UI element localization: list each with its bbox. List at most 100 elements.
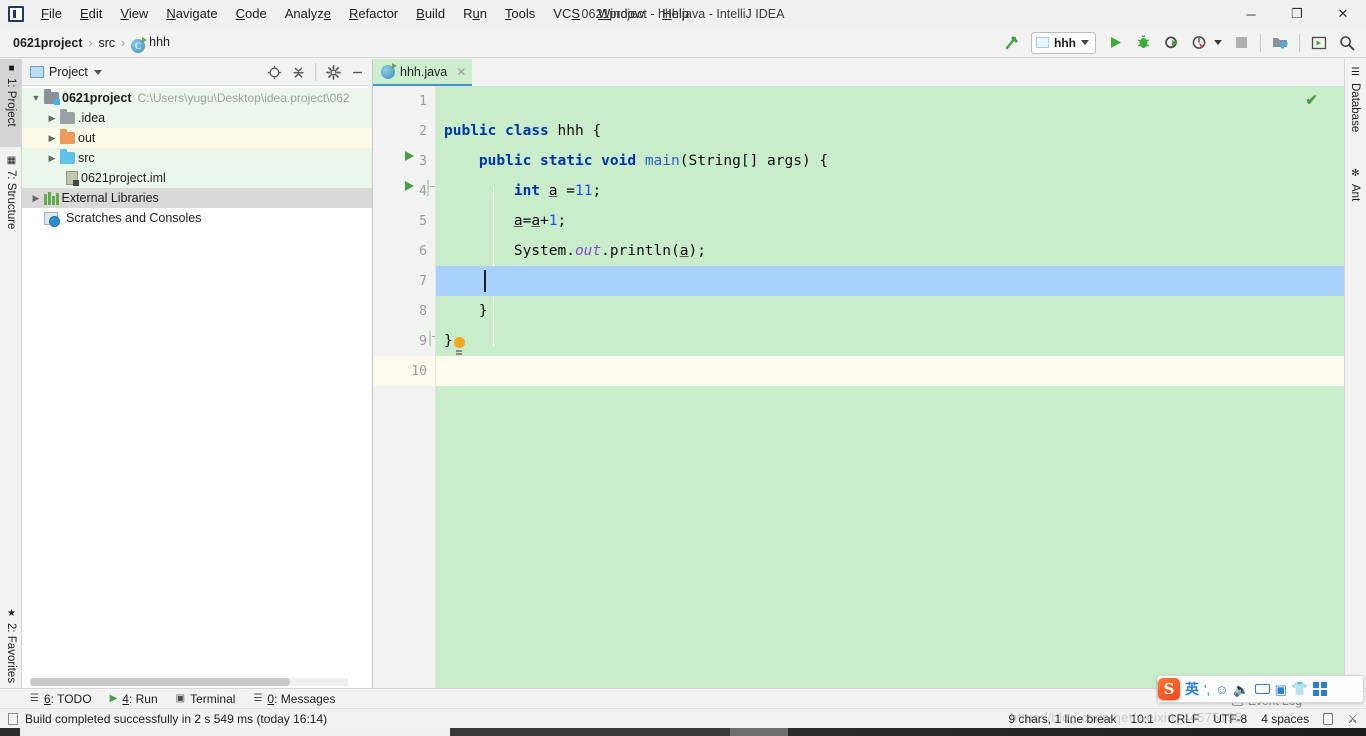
locate-icon[interactable]: [263, 61, 285, 83]
profiler-chevron-down-icon[interactable]: [1214, 40, 1222, 45]
tree-row-idea[interactable]: ▶ .idea: [22, 108, 372, 128]
sogou-logo-icon[interactable]: S: [1158, 678, 1180, 700]
search-icon: [1340, 35, 1355, 50]
caret-position[interactable]: 10:1: [1131, 712, 1154, 726]
menu-edit[interactable]: Edit: [71, 2, 111, 26]
status-message: Build completed successfully in 2 s 549 …: [25, 711, 328, 726]
lock-icon[interactable]: [1323, 712, 1334, 725]
tree-row-project[interactable]: ▼ 0621project C:\Users\yugu\Desktop\idea…: [22, 88, 372, 108]
toolbox-icon[interactable]: [1313, 682, 1328, 696]
fold-region-end-icon[interactable]: [429, 330, 431, 346]
minimize-button[interactable]: ─: [1228, 0, 1274, 28]
run-class-gutter-icon[interactable]: [405, 151, 414, 161]
keyboard-icon[interactable]: [1254, 684, 1270, 694]
fold-region-icon[interactable]: [427, 180, 429, 196]
punctuation-icon[interactable]: ',: [1204, 683, 1210, 696]
menu-code[interactable]: Code: [227, 2, 276, 26]
tree-row-external-libraries[interactable]: ▶ External Libraries: [22, 188, 372, 208]
status-bar: Build completed successfully in 2 s 549 …: [0, 708, 1366, 728]
chevron-right-icon[interactable]: ▶: [44, 113, 60, 124]
menu-help[interactable]: Help: [653, 2, 698, 26]
tree-row-scratches[interactable]: Scratches and Consoles: [22, 208, 372, 228]
menu-tools[interactable]: Tools: [496, 2, 544, 26]
menu-build[interactable]: Build: [407, 2, 454, 26]
code-content[interactable]: public class hhh { public static void ma…: [435, 86, 1344, 688]
sidebar-item-project[interactable]: ■ 1: Project: [0, 59, 22, 147]
editor-gutter[interactable]: 1 2 3 4 5 6 7 8 9 10: [373, 86, 435, 688]
code-editor-viewport[interactable]: 1 2 3 4 5 6 7 8 9 10 public class hhh {…: [373, 86, 1344, 688]
stop-button[interactable]: [1228, 31, 1254, 55]
structure-icon: ▦: [6, 155, 17, 166]
close-button[interactable]: ✕: [1320, 0, 1366, 28]
line-separator[interactable]: CRLF: [1168, 712, 1199, 726]
gear-icon[interactable]: [322, 61, 344, 83]
menu-analyze[interactable]: Analyze: [276, 2, 340, 26]
chevron-right-icon[interactable]: ▶: [28, 193, 44, 204]
intention-bulb-icon[interactable]: [453, 337, 465, 352]
bottom-tab-run[interactable]: ▶ 4: Run: [110, 692, 158, 706]
menu-run[interactable]: Run: [454, 2, 496, 26]
tree-row-src[interactable]: ▶ src: [22, 148, 372, 168]
file-encoding[interactable]: UTF-8: [1213, 712, 1247, 726]
chevron-down-icon[interactable]: [93, 69, 102, 75]
sogou-ime-toolbar[interactable]: S 英 ', ☺ 🔈 ▣ 👕: [1157, 675, 1364, 703]
menu-window[interactable]: Window: [589, 2, 653, 26]
taskbar-window-button[interactable]: [20, 728, 450, 736]
chevron-down-icon: [1081, 40, 1089, 45]
tree-row-iml[interactable]: 0621project.iml: [22, 168, 372, 188]
java-class-icon: C: [131, 37, 148, 53]
voice-icon[interactable]: 🔈: [1233, 683, 1249, 696]
project-structure-button[interactable]: [1267, 31, 1293, 55]
bottom-tab-todo[interactable]: ☰ 6: TODO: [30, 692, 92, 706]
chevron-right-icon[interactable]: ▶: [44, 153, 60, 164]
sidebar-item-ant[interactable]: ✻ Ant: [1344, 164, 1366, 222]
hide-panel-icon[interactable]: [346, 61, 368, 83]
breadcrumb-item-project[interactable]: 0621project: [10, 34, 85, 52]
breadcrumb-item-class[interactable]: Chhh: [128, 33, 173, 53]
run-method-gutter-icon[interactable]: [405, 181, 414, 191]
run-configuration-selector[interactable]: hhh: [1031, 31, 1096, 54]
run-button[interactable]: [1102, 31, 1128, 55]
database-icon: ☰: [1350, 67, 1361, 78]
terminal-icon: ▣: [175, 693, 186, 704]
hector-icon[interactable]: ⚔: [1347, 712, 1358, 726]
intellij-logo-icon: [8, 6, 24, 22]
chevron-right-icon[interactable]: ▶: [44, 133, 60, 144]
chevron-down-icon[interactable]: ▼: [28, 93, 44, 103]
indent-setting[interactable]: 4 spaces: [1261, 712, 1309, 726]
ime-language-mode[interactable]: 英: [1185, 682, 1199, 696]
project-panel-horizontal-scrollbar[interactable]: [30, 678, 348, 686]
menu-file[interactable]: FFileile: [32, 2, 71, 26]
menu-vcs[interactable]: VCS: [544, 2, 589, 26]
run-with-coverage-button[interactable]: [1158, 31, 1184, 55]
bottom-tab-messages[interactable]: ☰ 0: Messages: [253, 692, 335, 706]
inspection-ok-icon[interactable]: ✔: [1305, 91, 1318, 109]
editor-tab-hhh-java[interactable]: hhh.java ✕: [373, 59, 473, 86]
profile-button[interactable]: [1186, 31, 1212, 55]
tree-path-project: C:\Users\yugu\Desktop\idea.project\062: [137, 91, 350, 105]
messages-icon: ☰: [253, 693, 263, 704]
skin-icon[interactable]: 👕: [1292, 681, 1308, 697]
ant-icon: ✻: [1350, 168, 1361, 179]
debug-button[interactable]: [1130, 31, 1156, 55]
emoji-icon[interactable]: ☺: [1215, 683, 1228, 696]
menu-navigate[interactable]: Navigate: [157, 2, 226, 26]
screenshot-icon[interactable]: ▣: [1275, 683, 1287, 696]
todo-icon: ☰: [30, 693, 39, 704]
search-everywhere-button[interactable]: [1334, 31, 1360, 55]
code-line-4: int a =11;: [513, 183, 602, 199]
collapse-all-icon[interactable]: [287, 61, 309, 83]
update-project-button[interactable]: [1306, 31, 1332, 55]
breadcrumb-item-src[interactable]: src: [95, 34, 118, 52]
editor: hhh.java ✕ 1 2 3 4 5 6 7 8 9 10 public c…: [373, 59, 1344, 688]
close-icon[interactable]: ✕: [456, 65, 466, 79]
code-line-10: [436, 356, 1344, 386]
bottom-tab-terminal[interactable]: ▣ Terminal: [176, 692, 236, 706]
sidebar-item-structure[interactable]: ▦ 7: Structure: [0, 151, 22, 256]
menu-refactor[interactable]: Refactor: [340, 2, 407, 26]
sidebar-item-database[interactable]: ☰ Database: [1344, 63, 1366, 159]
tree-row-out[interactable]: ▶ out: [22, 128, 372, 148]
build-project-button[interactable]: [999, 31, 1025, 55]
maximize-button[interactable]: ❐: [1274, 0, 1320, 28]
menu-view[interactable]: View: [111, 2, 157, 26]
